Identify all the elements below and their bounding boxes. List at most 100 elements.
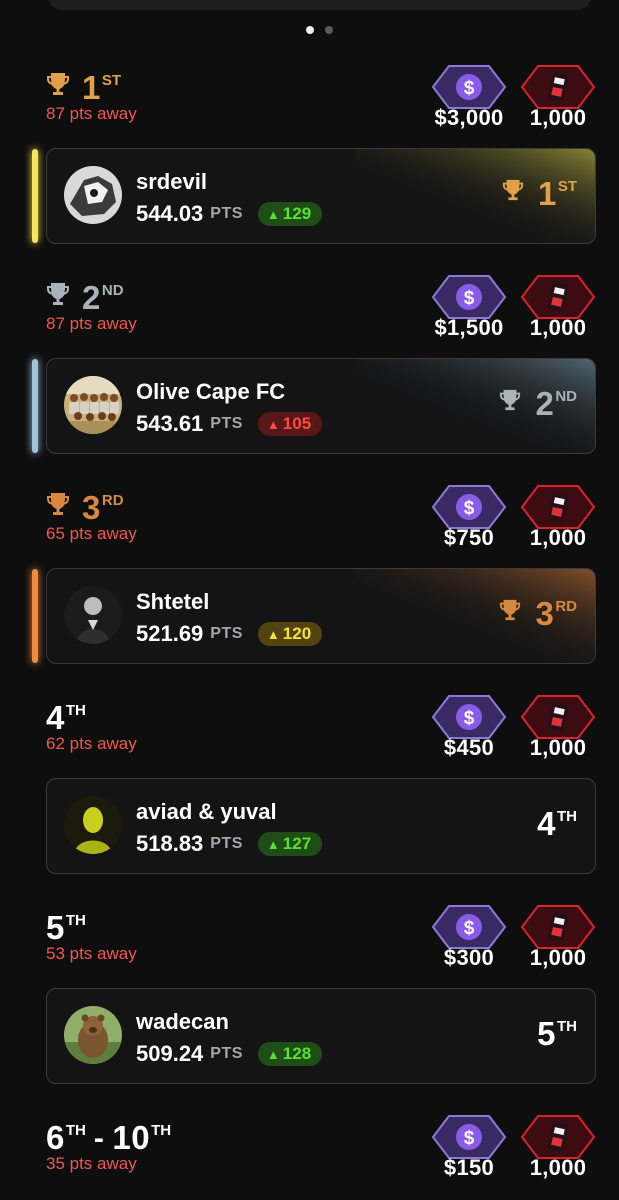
tier-rank-suffix: TH xyxy=(65,912,86,929)
token-value: 1,000 xyxy=(529,315,587,340)
tier-rank: 1 xyxy=(82,69,101,106)
token-card-icon xyxy=(520,1115,596,1159)
arrow-up-icon: ▲ xyxy=(266,206,280,222)
tier-rank-suffix: TH xyxy=(65,1122,86,1139)
page-indicator[interactable] xyxy=(306,26,333,34)
token-value: 1,000 xyxy=(529,735,587,760)
card-rank-suffix: TH xyxy=(557,1018,577,1035)
team-name: srdevil xyxy=(136,169,207,194)
team-name: Olive Cape FC xyxy=(136,379,286,404)
token-value: 1,000 xyxy=(529,1155,587,1180)
rank-change-value: 129 xyxy=(282,204,312,223)
cash-prize[interactable]: $ $1,500 xyxy=(431,274,507,340)
rank-change-value: 120 xyxy=(282,624,312,643)
cash-value: $150 xyxy=(443,1155,495,1180)
card-rank-number: 4 xyxy=(537,805,556,842)
token-prize[interactable]: 1,000 xyxy=(520,694,596,760)
token-prize[interactable]: 1,000 xyxy=(520,274,596,340)
cash-prize[interactable]: $ $150 xyxy=(431,1114,507,1180)
rank-accent-bar xyxy=(32,149,38,243)
token-card-icon xyxy=(520,695,596,739)
token-prize[interactable]: 1,000 xyxy=(520,484,596,550)
arrow-up-icon: ▲ xyxy=(266,836,280,852)
score-row: 544.03 PTS ▲ 129 xyxy=(136,201,323,227)
rank-change-badge: ▲ 120 xyxy=(257,622,323,646)
leaderboard-entry[interactable]: srdevil 544.03 PTS ▲ 129 1 ST xyxy=(46,148,596,244)
token-prize[interactable]: 1,000 xyxy=(520,64,596,130)
avatar[interactable] xyxy=(64,586,122,644)
tier-rank: 5 xyxy=(46,909,65,946)
tier-rank: 4 xyxy=(46,699,65,736)
cash-value: $450 xyxy=(443,735,495,760)
card-rank: 3 RD xyxy=(499,597,577,630)
card-rank-suffix: ND xyxy=(555,388,577,405)
svg-text:$: $ xyxy=(464,498,475,519)
leaderboard-entry[interactable]: aviad & yuval 518.83 PTS ▲ 127 4 TH xyxy=(46,778,596,874)
cash-prize[interactable]: $ $750 xyxy=(431,484,507,550)
token-card-icon xyxy=(520,485,596,529)
tier-place: 3 RD xyxy=(46,484,124,524)
card-rank-suffix: RD xyxy=(555,598,577,615)
score-row: 509.24 PTS ▲ 128 xyxy=(136,1041,323,1067)
page-dot-2[interactable] xyxy=(325,26,333,34)
rank-accent-bar xyxy=(32,359,38,453)
tier-place: 5 TH xyxy=(46,904,86,944)
score: 518.83 xyxy=(136,831,204,856)
tier-place: 1 ST xyxy=(46,64,121,104)
avatar[interactable] xyxy=(64,376,122,434)
rank-change-value: 127 xyxy=(282,834,312,853)
avatar[interactable] xyxy=(64,1006,122,1064)
avatar[interactable] xyxy=(64,166,122,224)
score: 544.03 xyxy=(136,201,204,226)
rank-change-badge: ▲ 129 xyxy=(257,202,323,226)
token-value: 1,000 xyxy=(529,945,587,970)
rank-change-badge: ▲ 128 xyxy=(257,1042,323,1066)
bronze-trophy-icon xyxy=(499,598,535,630)
leaderboard-entry[interactable]: Shtetel 521.69 PTS ▲ 120 3 RD xyxy=(46,568,596,664)
leaderboard-entry[interactable]: wadecan 509.24 PTS ▲ 128 5 TH xyxy=(46,988,596,1084)
page-dot-1[interactable] xyxy=(306,26,314,34)
tier-place: 2 ND xyxy=(46,274,124,314)
leaderboard-entry[interactable]: Olive Cape FC 543.61 PTS ▲ 105 2 ND xyxy=(46,358,596,454)
tier-place: 4 TH xyxy=(46,694,86,734)
rank-change-value: 128 xyxy=(282,1044,312,1063)
gold-trophy-icon xyxy=(46,71,82,104)
card-rank-suffix: TH xyxy=(557,808,577,825)
points-away: 87 pts away xyxy=(46,314,137,333)
card-rank-suffix: ST xyxy=(557,178,577,195)
arrow-up-icon: ▲ xyxy=(266,626,280,642)
range-dash: - xyxy=(93,1122,105,1155)
cash-prize[interactable]: $ $300 xyxy=(431,904,507,970)
arrow-up-icon: ▲ xyxy=(266,1046,280,1062)
cash-prize[interactable]: $ $3,000 xyxy=(431,64,507,130)
cash-value: $3,000 xyxy=(434,105,504,130)
card-rank: 4 TH xyxy=(537,807,577,840)
token-value: 1,000 xyxy=(529,525,587,550)
points-away: 62 pts away xyxy=(46,734,137,753)
score: 509.24 xyxy=(136,1041,204,1066)
points-away: 87 pts away xyxy=(46,104,137,123)
pts-label: PTS xyxy=(210,1045,243,1062)
cash-coin-icon: $ xyxy=(431,1115,507,1159)
pts-label: PTS xyxy=(210,625,243,642)
svg-text:$: $ xyxy=(464,918,475,939)
cash-value: $300 xyxy=(443,945,495,970)
tier-rank-suffix: TH xyxy=(65,702,86,719)
tier-rank: 3 xyxy=(82,489,101,526)
cash-value: $750 xyxy=(443,525,495,550)
score-row: 543.61 PTS ▲ 105 xyxy=(136,411,323,437)
cash-value: $1,500 xyxy=(434,315,504,340)
pts-label: PTS xyxy=(210,415,243,432)
team-name: Shtetel xyxy=(136,589,210,614)
pts-label: PTS xyxy=(210,835,243,852)
rank-change-badge: ▲ 105 xyxy=(257,412,323,436)
silver-trophy-icon xyxy=(46,281,82,314)
token-prize[interactable]: 1,000 xyxy=(520,904,596,970)
card-rank: 1 ST xyxy=(502,177,577,210)
cash-coin-icon: $ xyxy=(431,485,507,529)
team-name: aviad & yuval xyxy=(136,799,277,824)
avatar[interactable] xyxy=(64,796,122,854)
tier-rank-suffix: RD xyxy=(101,492,124,509)
token-prize[interactable]: 1,000 xyxy=(520,1114,596,1180)
cash-prize[interactable]: $ $450 xyxy=(431,694,507,760)
